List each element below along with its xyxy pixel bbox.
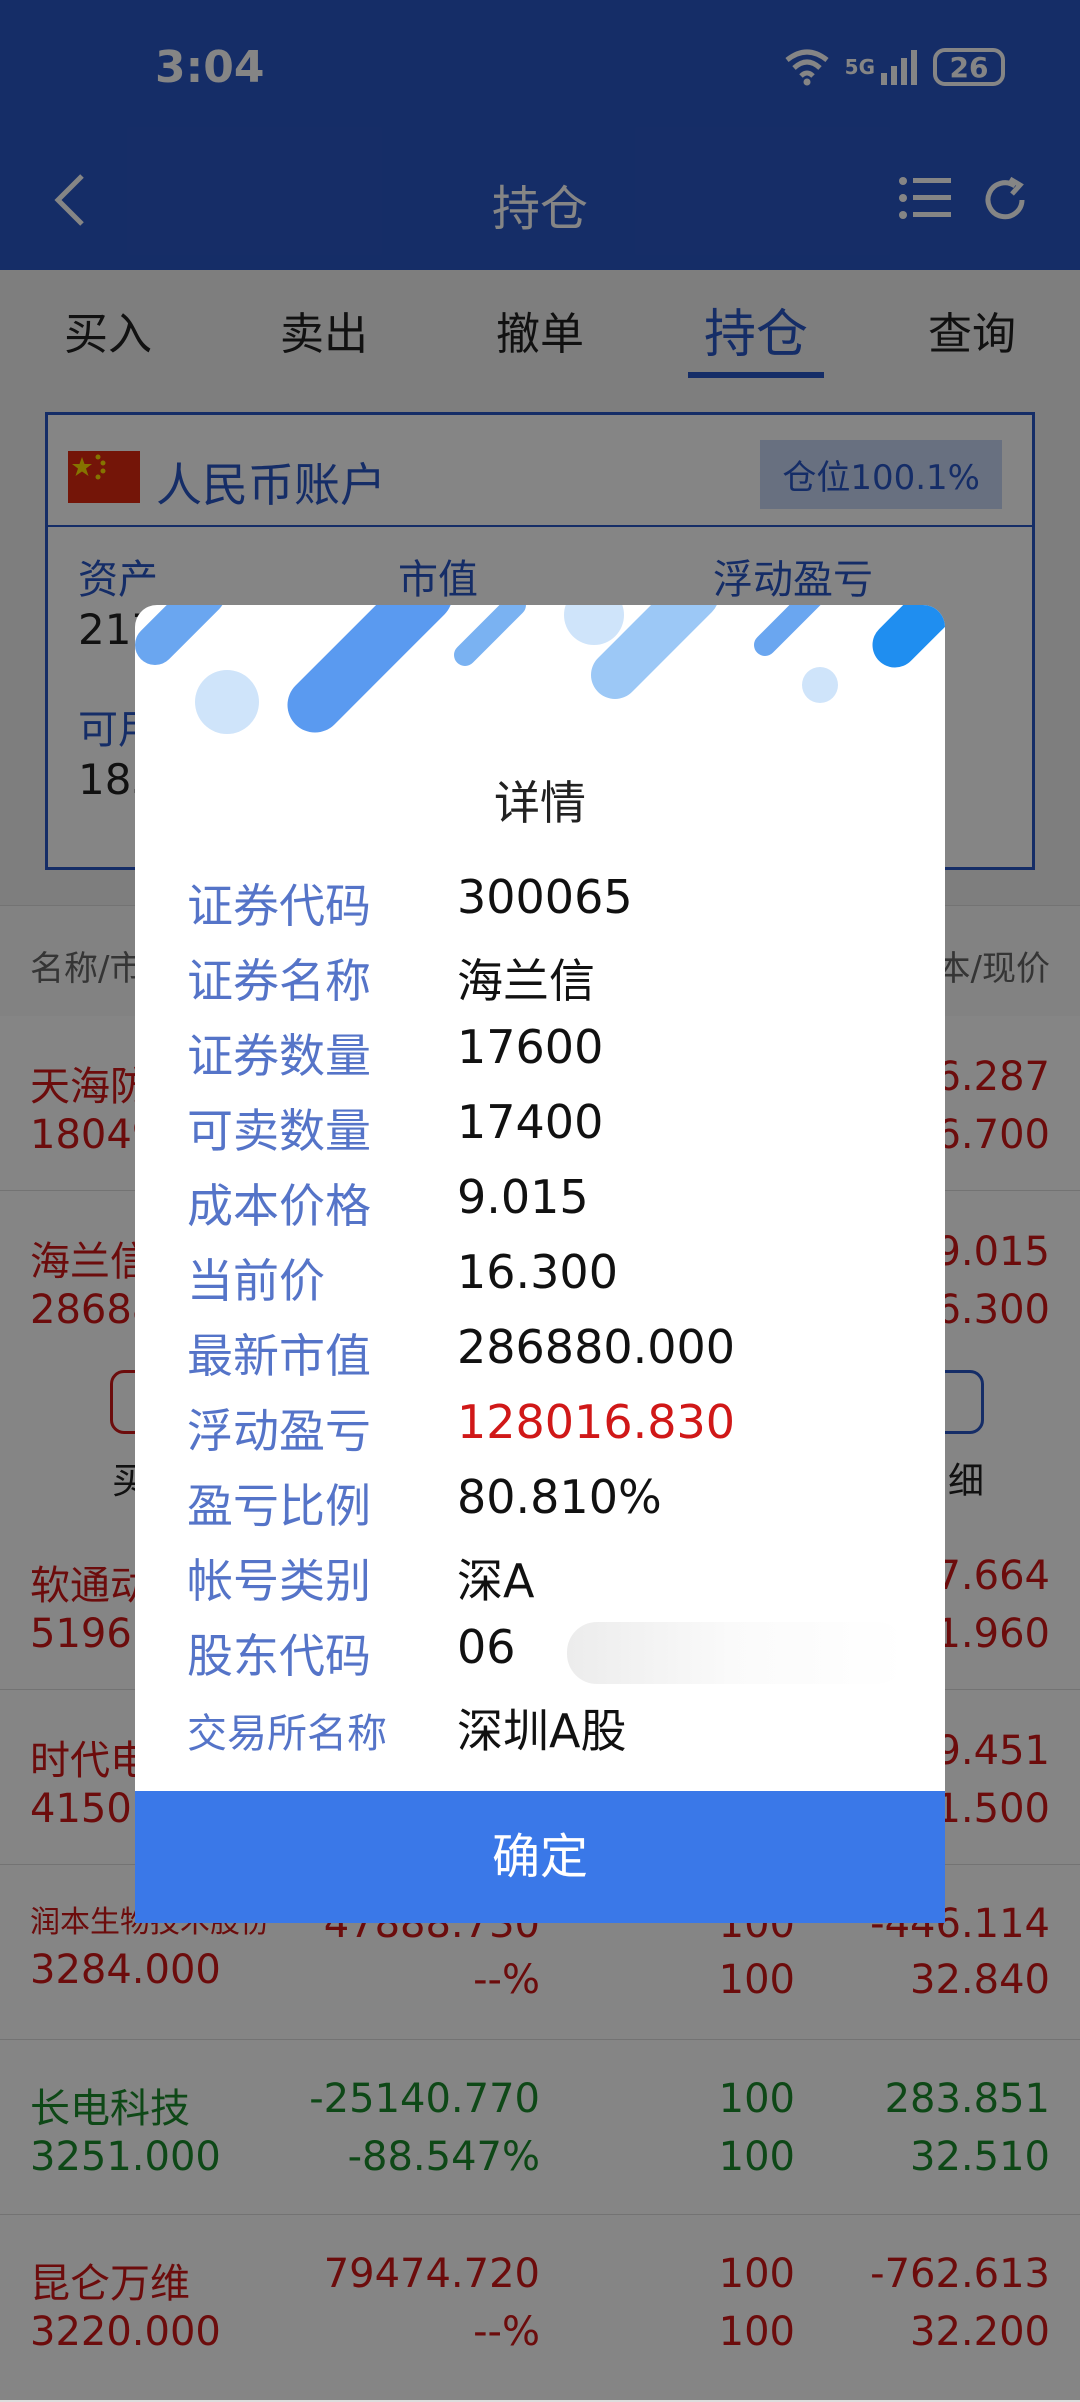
detail-row: 交易所名称 深圳A股 <box>187 1695 907 1770</box>
dialog-header-decoration <box>135 605 945 734</box>
detail-value: 17600 <box>457 1020 604 1074</box>
detail-value: 深圳A股 <box>457 1704 627 1758</box>
confirm-button[interactable]: 确定 <box>135 1791 945 1923</box>
detail-row: 浮动盈亏 128016.830 <box>187 1395 907 1470</box>
detail-value: 海兰信 <box>457 954 595 1008</box>
detail-value: 300065 <box>457 870 633 924</box>
detail-row: 可卖数量 17400 <box>187 1095 907 1170</box>
detail-value: 286880.000 <box>457 1320 736 1374</box>
detail-label: 交易所名称 <box>187 1711 387 1757</box>
detail-row: 成本价格 9.015 <box>187 1170 907 1245</box>
detail-value: 17400 <box>457 1095 604 1149</box>
detail-label: 证券名称 <box>187 954 371 1008</box>
detail-value: 06 <box>457 1620 516 1674</box>
detail-value: 128016.830 <box>457 1395 736 1449</box>
detail-label: 可卖数量 <box>187 1104 371 1158</box>
detail-row: 证券名称 海兰信 <box>187 945 907 1020</box>
detail-row: 最新市值 286880.000 <box>187 1320 907 1395</box>
detail-row: 盈亏比例 80.810% <box>187 1470 907 1545</box>
detail-label: 盈亏比例 <box>187 1479 371 1533</box>
detail-value: 80.810% <box>457 1470 662 1524</box>
detail-row: 证券数量 17600 <box>187 1020 907 1095</box>
detail-label: 最新市值 <box>187 1329 371 1383</box>
detail-row: 帐号类别 深A <box>187 1545 907 1620</box>
detail-value: 9.015 <box>457 1170 589 1224</box>
detail-row: 证券代码 300065 <box>187 870 907 945</box>
detail-dialog: 详情 证券代码 300065 证券名称 海兰信 证券数量 17600 可卖数量 … <box>135 605 945 1923</box>
detail-label: 证券数量 <box>187 1029 371 1083</box>
detail-row: 股东代码 06 <box>187 1620 907 1695</box>
detail-label: 浮动盈亏 <box>187 1404 371 1458</box>
detail-label: 证券代码 <box>187 879 371 933</box>
detail-label: 当前价 <box>187 1254 325 1308</box>
detail-value: 16.300 <box>457 1245 618 1299</box>
redacted-blur <box>567 1622 907 1684</box>
detail-label: 成本价格 <box>187 1179 371 1233</box>
detail-label: 股东代码 <box>187 1629 371 1683</box>
detail-label: 帐号类别 <box>187 1554 371 1608</box>
detail-row: 当前价 16.300 <box>187 1245 907 1320</box>
detail-value: 深A <box>457 1554 535 1608</box>
dialog-title: 详情 <box>494 776 586 830</box>
